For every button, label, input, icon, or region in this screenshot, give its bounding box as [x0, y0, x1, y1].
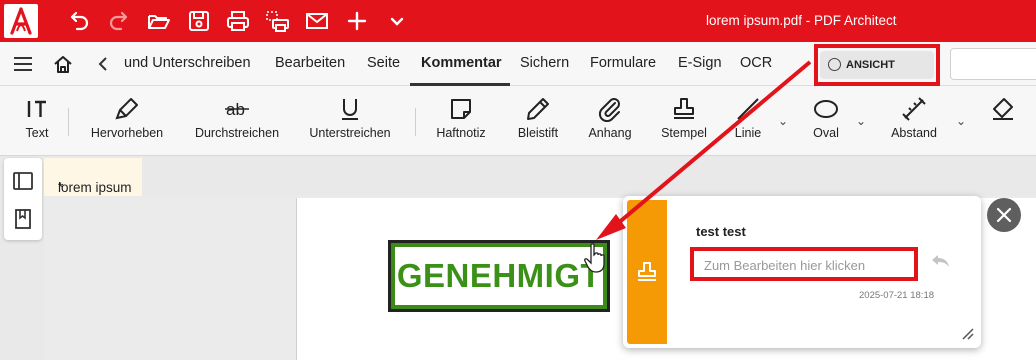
close-icon: [996, 207, 1012, 223]
tab-comment[interactable]: Kommentar: [421, 55, 502, 71]
attachment-tool[interactable]: Anhang: [582, 86, 638, 156]
comment-popup: test test Zum Bearbeiten hier klicken 20…: [623, 196, 981, 348]
underline-tool[interactable]: Unterstreichen: [304, 86, 396, 156]
scan-print-icon[interactable]: [264, 9, 290, 33]
resize-handle-icon[interactable]: [960, 326, 974, 340]
oval-tool[interactable]: Oval: [806, 86, 846, 156]
document-tab[interactable]: lorem ipsum *: [44, 158, 142, 196]
eraser-tool[interactable]: [986, 86, 1020, 156]
line-tool[interactable]: Linie: [728, 86, 768, 156]
text-tool[interactable]: Text: [14, 86, 60, 156]
save-icon[interactable]: [186, 9, 212, 33]
chevron-down-icon[interactable]: [384, 9, 410, 33]
hamburger-menu-icon[interactable]: [12, 55, 34, 73]
stamp-tool-label: Stempel: [661, 126, 707, 140]
redo-icon[interactable]: [106, 9, 132, 33]
plus-icon[interactable]: [344, 9, 370, 33]
app-logo-icon[interactable]: [4, 4, 38, 38]
tab-edit[interactable]: Bearbeiten: [275, 55, 345, 71]
undo-icon[interactable]: [66, 9, 92, 33]
sticky-note-icon: [448, 96, 474, 122]
comment-placeholder: Zum Bearbeiten hier klicken: [704, 258, 866, 273]
tab-ocr[interactable]: OCR: [740, 55, 772, 71]
text-cursor-icon: [24, 96, 50, 122]
highlight-box-view-button: [814, 44, 940, 86]
stamp-tool[interactable]: Stempel: [654, 86, 714, 156]
attachment-tool-label: Anhang: [588, 126, 632, 140]
tab-sign[interactable]: und Unterschreiben: [124, 55, 251, 71]
comment-author: test test: [696, 224, 746, 239]
panel-toggle-icon[interactable]: [12, 170, 34, 192]
pencil-tool[interactable]: Bleistift: [510, 86, 566, 156]
window-title: lorem ipsum.pdf - PDF Architect: [706, 13, 897, 28]
text-tool-label: Text: [25, 126, 49, 140]
print-icon[interactable]: [225, 9, 251, 33]
underline-tool-label: Unterstreichen: [309, 126, 391, 140]
line-dropdown-icon[interactable]: ⌄: [778, 114, 788, 128]
title-bar: lorem ipsum.pdf - PDF Architect: [0, 0, 1036, 42]
highlighter-icon: [114, 96, 140, 122]
line-icon: [735, 96, 761, 122]
tab-page[interactable]: Seite: [367, 55, 400, 71]
hand-pointer-icon: [582, 242, 610, 274]
highlight-tool[interactable]: Hervorheben: [84, 86, 170, 156]
oval-dropdown-icon[interactable]: ⌄: [856, 114, 866, 128]
sticky-note-tool[interactable]: Haftnotiz: [428, 86, 494, 156]
toolbar-divider: [415, 108, 416, 136]
search-input[interactable]: [950, 48, 1036, 80]
underline-icon: [337, 96, 363, 122]
strikethrough-icon: ab: [224, 96, 250, 122]
comment-timestamp: 2025-07-21 18:18: [859, 290, 935, 301]
strikethrough-tool-label: Durchstreichen: [194, 126, 280, 140]
reply-icon[interactable]: [929, 252, 951, 270]
stamp-icon: [671, 96, 697, 122]
close-popup-button[interactable]: [987, 198, 1021, 232]
ruler-distance-icon: [901, 96, 927, 122]
sticky-note-tool-label: Haftnotiz: [436, 126, 486, 140]
mail-icon[interactable]: [304, 9, 330, 33]
tab-esign[interactable]: E-Sign: [678, 55, 722, 71]
document-tab-title: lorem ipsum: [58, 180, 132, 195]
distance-tool-label: Abstand: [891, 126, 937, 140]
toolbar-divider: [68, 108, 69, 136]
open-folder-icon[interactable]: [146, 9, 172, 33]
home-icon[interactable]: [52, 53, 74, 75]
distance-tool[interactable]: Abstand: [884, 86, 944, 156]
highlight-tool-label: Hervorheben: [90, 126, 164, 140]
tab-secure[interactable]: Sichern: [520, 55, 569, 71]
stamp-text: GENEHMIGT: [396, 257, 602, 294]
left-sidebar: [4, 158, 42, 240]
oval-tool-label: Oval: [813, 126, 839, 140]
eraser-icon: [990, 96, 1016, 122]
bookmark-icon[interactable]: [12, 208, 34, 230]
unsaved-marker: *: [58, 180, 64, 195]
paperclip-icon: [597, 96, 623, 123]
popup-accent-bar: [627, 200, 667, 344]
strikethrough-tool[interactable]: ab Durchstreichen: [188, 86, 286, 156]
stamp-icon: [638, 262, 656, 281]
approved-stamp[interactable]: GENEHMIGT: [388, 240, 610, 312]
comment-edit-field[interactable]: Zum Bearbeiten hier klicken: [690, 247, 918, 281]
oval-icon: [813, 96, 839, 122]
pencil-tool-label: Bleistift: [517, 126, 559, 140]
line-tool-label: Linie: [734, 126, 762, 140]
tab-forms[interactable]: Formulare: [590, 55, 656, 71]
distance-dropdown-icon[interactable]: ⌄: [956, 114, 966, 128]
tabs-scroll-left-icon[interactable]: [96, 55, 110, 73]
comment-toolbar: Text Hervorheben ab Durchstreichen Unter…: [0, 86, 1036, 156]
pencil-icon: [525, 96, 551, 122]
